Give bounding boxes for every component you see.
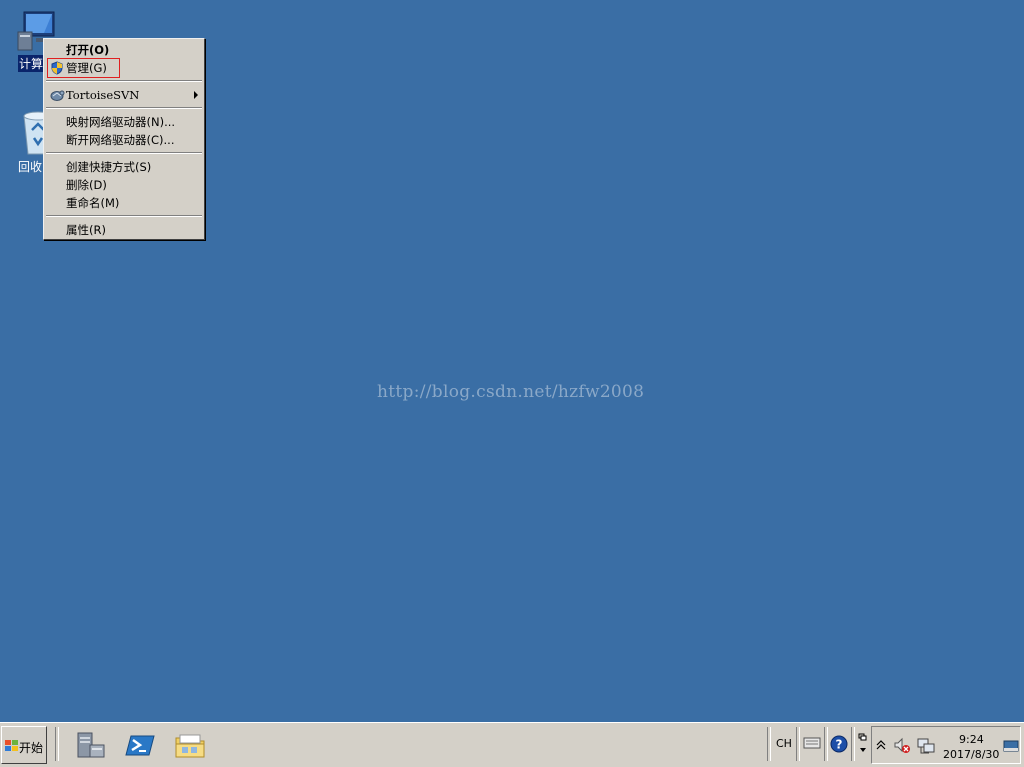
server-manager-icon[interactable]	[74, 729, 106, 761]
menu-separator	[46, 152, 202, 154]
clock-time[interactable]: 9:24	[959, 733, 984, 746]
menu-item-rename[interactable]: 重命名(M)	[46, 194, 202, 212]
system-tray: 9:24 2017/8/30	[871, 726, 1021, 764]
language-indicator[interactable]: CH	[776, 737, 792, 750]
show-desktop-icon[interactable]	[1003, 740, 1019, 754]
menu-item-disconnect-network-drive[interactable]: 断开网络驱动器(C)...	[46, 131, 202, 149]
ime-options-icon[interactable]	[857, 732, 869, 756]
clock-date[interactable]: 2017/8/30	[943, 748, 999, 761]
menu-item-open[interactable]: 打开(O)	[46, 41, 202, 59]
powershell-icon[interactable]	[124, 729, 156, 761]
start-button[interactable]: 开始	[1, 726, 47, 764]
show-hidden-icons-icon[interactable]	[876, 739, 886, 751]
taskbar: 开始 CH ? 9:24 2017/8/30	[0, 722, 1024, 767]
taskbar-grip	[851, 727, 855, 761]
context-menu: 打开(O) 管理(G) TortoiseSVN 映射网络驱动器(N)... 断开…	[43, 38, 205, 240]
menu-item-label: 映射网络驱动器(N)...	[66, 115, 176, 129]
menu-item-label: 删除(D)	[66, 178, 107, 192]
menu-item-create-shortcut[interactable]: 创建快捷方式(S)	[46, 158, 202, 176]
windows-flag-icon	[5, 740, 18, 751]
recycle-bin-icon-label: 回收	[18, 160, 43, 174]
menu-item-manage[interactable]: 管理(G)	[46, 58, 202, 78]
start-label: 开始	[19, 741, 44, 755]
menu-item-tortoisesvn[interactable]: TortoiseSVN	[46, 86, 202, 104]
menu-item-label: 创建快捷方式(S)	[66, 160, 152, 174]
desktop: 计算 回收 http://blog.csdn.net/hzfw2008 打开(O…	[0, 0, 1024, 722]
help-icon[interactable]: ?	[830, 735, 848, 753]
menu-item-label: TortoiseSVN	[66, 88, 140, 102]
computer-icon-label: 计算	[18, 55, 45, 72]
taskbar-grip	[55, 727, 59, 761]
taskbar-grip	[767, 727, 771, 761]
menu-item-label: 重命名(M)	[66, 196, 120, 210]
taskbar-grip	[796, 727, 800, 761]
svg-text:?: ?	[836, 738, 843, 752]
menu-separator	[46, 107, 202, 109]
keyboard-icon[interactable]	[803, 736, 821, 752]
menu-item-properties[interactable]: 属性(R)	[46, 221, 202, 239]
menu-separator	[46, 80, 202, 82]
menu-item-label: 属性(R)	[66, 223, 106, 237]
menu-item-label: 断开网络驱动器(C)...	[66, 133, 175, 147]
submenu-arrow-icon	[194, 91, 198, 99]
watermark-text: http://blog.csdn.net/hzfw2008	[377, 382, 645, 402]
volume-muted-icon[interactable]	[893, 737, 911, 755]
menu-item-label: 打开(O)	[66, 43, 110, 57]
taskbar-grip	[824, 727, 828, 761]
menu-separator	[46, 215, 202, 217]
network-icon[interactable]	[917, 737, 935, 755]
highlight-box	[47, 58, 120, 78]
menu-item-delete[interactable]: 删除(D)	[46, 176, 202, 194]
menu-item-map-network-drive[interactable]: 映射网络驱动器(N)...	[46, 113, 202, 131]
explorer-icon[interactable]	[174, 729, 206, 761]
tortoisesvn-icon	[49, 87, 65, 103]
